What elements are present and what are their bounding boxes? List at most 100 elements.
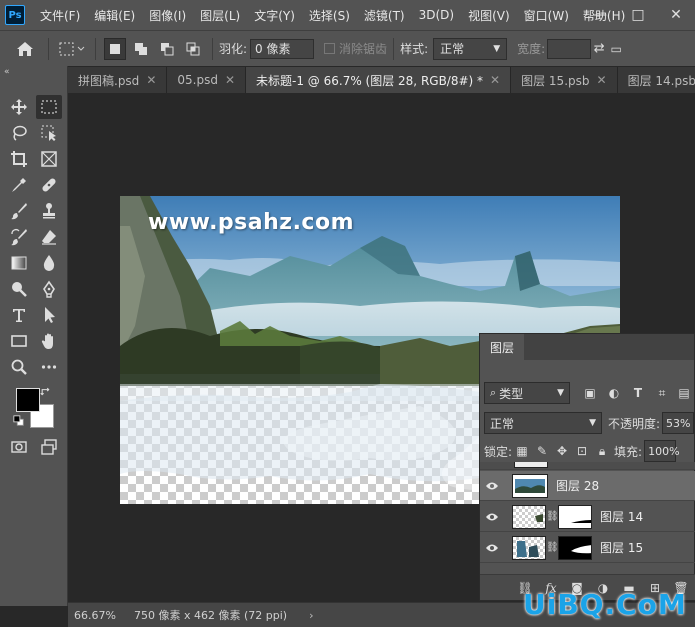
style-dropdown[interactable]: 正常 ▼ — [433, 37, 508, 60]
pen-tool-icon[interactable] — [36, 277, 62, 301]
healing-brush-tool-icon[interactable] — [36, 173, 62, 197]
dodge-tool-icon[interactable] — [6, 277, 32, 301]
brush-tool-icon[interactable] — [6, 199, 32, 223]
more-tools-icon[interactable] — [36, 355, 62, 379]
photoshop-logo: Ps — [5, 5, 25, 25]
rectangular-marquee-tool-icon[interactable] — [36, 95, 62, 119]
window-controls: — □ ✕ — [581, 0, 695, 30]
layer-row[interactable]: ⛓︎ 图层 15 — [480, 533, 695, 563]
quick-mask-icon[interactable] — [6, 435, 32, 459]
object-selection-tool-icon[interactable] — [36, 121, 62, 145]
lasso-tool-icon[interactable] — [6, 121, 32, 145]
close-icon[interactable]: ✕ — [146, 73, 156, 87]
filter-type-icon[interactable]: T — [628, 383, 648, 403]
minimize-button[interactable]: — — [581, 0, 619, 30]
menu-filter[interactable]: 滤镜(T) — [357, 7, 412, 24]
fill-input[interactable]: 100% — [644, 440, 680, 462]
close-icon[interactable]: ✕ — [597, 73, 607, 87]
menu-image[interactable]: 图像(I) — [142, 7, 193, 24]
default-colors-icon[interactable] — [12, 414, 26, 428]
height-input-icon[interactable]: ▭ — [607, 37, 625, 61]
layer-row[interactable]: ⛓︎ 图层 14 — [480, 502, 695, 532]
layer-name: 图层 28 — [556, 479, 600, 493]
width-label: 宽度: — [517, 42, 546, 56]
foreground-color-swatch[interactable] — [16, 388, 40, 412]
zoom-level[interactable]: 66.67% — [68, 609, 126, 622]
screen-mode-icon[interactable] — [36, 435, 62, 459]
layer-filter-dropdown[interactable]: ⌕ 类型 ▼ — [484, 382, 570, 404]
link-icon[interactable]: ⛓︎ — [546, 542, 559, 553]
menu-window[interactable]: 窗口(W) — [517, 7, 576, 24]
swap-dimensions-icon[interactable]: ⇄ — [591, 37, 607, 61]
blend-mode-dropdown[interactable]: 正常 ▼ — [484, 412, 602, 434]
move-tool-icon[interactable] — [6, 95, 32, 119]
divider — [95, 37, 96, 60]
rectangle-tool-icon[interactable] — [6, 329, 32, 353]
swap-colors-icon[interactable] — [38, 384, 54, 400]
opacity-input[interactable]: 53% — [662, 412, 695, 434]
layer-row[interactable]: 图层 28 — [480, 471, 695, 501]
crop-tool-icon[interactable] — [6, 147, 32, 171]
home-icon[interactable] — [8, 37, 42, 61]
close-button[interactable]: ✕ — [657, 0, 695, 30]
close-icon[interactable]: ✕ — [490, 73, 500, 87]
options-bar: 羽化: 0 像素 消除锯齿 样式: 正常 ▼ 宽度: ⇄ ▭ — [0, 30, 695, 66]
path-selection-tool-icon[interactable] — [36, 303, 62, 327]
menu-file[interactable]: 文件(F) — [33, 7, 87, 24]
marquee-preset-icon[interactable] — [55, 37, 89, 61]
eye-icon[interactable] — [480, 512, 504, 522]
search-icon: ⌕ — [490, 386, 497, 399]
frame-tool-icon[interactable] — [36, 147, 62, 171]
eyedropper-tool-icon[interactable] — [6, 173, 32, 197]
eye-icon[interactable] — [480, 543, 504, 553]
width-input[interactable] — [547, 38, 592, 59]
tab-document[interactable]: 05.psd ✕ — [167, 67, 247, 93]
hand-tool-icon[interactable] — [36, 329, 62, 353]
layer-filter-row: ⌕ 类型 ▼ ▣ ◐ T ⌗ ▤ — [484, 382, 695, 404]
layer-mask-thumbnail[interactable] — [558, 504, 592, 529]
tab-layers[interactable]: 图层 — [480, 334, 525, 360]
style-label: 样式: — [400, 42, 429, 56]
clone-stamp-tool-icon[interactable] — [36, 199, 62, 223]
new-selection-icon[interactable] — [104, 37, 126, 60]
menu-type[interactable]: 文字(Y) — [247, 7, 302, 24]
tab-document[interactable]: 图层 15.psb ✕ — [511, 67, 618, 93]
link-icon[interactable]: ⛓︎ — [546, 511, 559, 522]
menu-layer[interactable]: 图层(L) — [193, 7, 247, 24]
eraser-tool-icon[interactable] — [36, 225, 62, 249]
eye-icon[interactable] — [480, 481, 504, 491]
maximize-button[interactable]: □ — [619, 0, 657, 30]
layer-mask-thumbnail[interactable] — [558, 535, 592, 560]
add-selection-icon[interactable] — [130, 38, 152, 60]
menu-3d[interactable]: 3D(D) — [412, 8, 461, 22]
zoom-tool-icon[interactable] — [6, 355, 32, 379]
status-menu-arrow[interactable]: › — [309, 609, 313, 622]
filter-shape-icon[interactable]: ⌗ — [652, 383, 672, 403]
menu-edit[interactable]: 编辑(E) — [87, 7, 142, 24]
lock-transparent-icon[interactable]: ▦ — [512, 441, 532, 461]
layer-row-partial — [480, 462, 695, 470]
filter-smart-object-icon[interactable]: ▤ — [674, 383, 694, 403]
feather-input[interactable]: 0 像素 — [250, 38, 315, 59]
collapse-icon[interactable]: « — [4, 67, 10, 77]
lock-image-icon[interactable]: ✎ — [532, 441, 552, 461]
tab-document[interactable]: 拼图稿.psd ✕ — [68, 67, 168, 93]
lock-all-icon[interactable]: 🔒︎ — [592, 441, 612, 461]
filter-adjustment-icon[interactable]: ◐ — [604, 383, 624, 403]
lock-position-icon[interactable]: ✥ — [552, 441, 572, 461]
intersect-selection-icon[interactable] — [182, 38, 204, 60]
subtract-selection-icon[interactable] — [156, 38, 178, 60]
type-tool-icon[interactable] — [6, 303, 32, 327]
history-brush-tool-icon[interactable] — [6, 225, 32, 249]
tab-document-active[interactable]: 未标题-1 @ 66.7% (图层 28, RGB/8#) * ✕ — [246, 67, 512, 93]
menu-select[interactable]: 选择(S) — [302, 7, 357, 24]
filter-pixel-icon[interactable]: ▣ — [580, 383, 600, 403]
menu-view[interactable]: 视图(V) — [461, 7, 517, 24]
blur-tool-icon[interactable] — [36, 251, 62, 275]
tab-document[interactable]: 图层 14.psb — [617, 67, 695, 93]
gradient-tool-icon[interactable] — [6, 251, 32, 275]
lock-artboard-icon[interactable]: ⊡ — [572, 441, 592, 461]
chevron-down-icon: ▼ — [557, 388, 564, 398]
lock-label: 锁定: — [484, 444, 513, 459]
close-icon[interactable]: ✕ — [225, 73, 235, 87]
